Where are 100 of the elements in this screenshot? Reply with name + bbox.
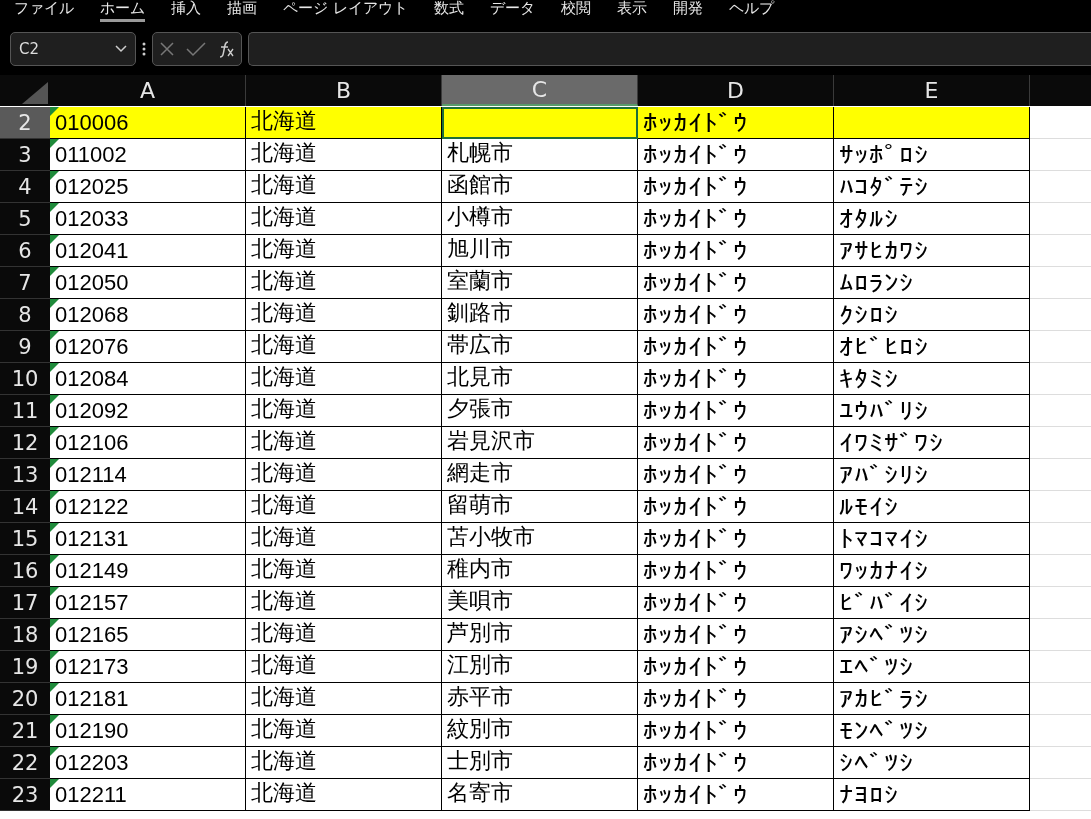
table-cell: 北海道 (246, 587, 442, 619)
row-header[interactable]: 10 (0, 363, 50, 395)
table-cell: ﾎｯｶｲﾄﾞｳ (638, 171, 834, 203)
table-cell: ﾊｺﾀﾞﾃｼ (834, 171, 1030, 203)
table-cell: 北海道 (246, 715, 442, 747)
menu-tab[interactable]: ファイル (14, 0, 74, 22)
table-cell: ｵﾀﾙｼ (834, 203, 1030, 235)
row-header[interactable]: 9 (0, 331, 50, 363)
row-header[interactable]: 6 (0, 235, 50, 267)
table-cell: ｱｻﾋｶﾜｼ (834, 235, 1030, 267)
table-cell: 士別市 (442, 747, 638, 779)
table-cell: 北海道 (246, 747, 442, 779)
menu-tab[interactable]: データ (489, 0, 535, 22)
name-box[interactable]: C2 (10, 32, 136, 66)
table-cell: ﾎｯｶｲﾄﾞｳ (638, 619, 834, 651)
table-cell: 012203 (50, 747, 246, 779)
close-icon[interactable] (158, 41, 175, 57)
table-cell: 札幌市 (442, 139, 638, 171)
row-header[interactable]: 5 (0, 203, 50, 235)
row-header[interactable]: 19 (0, 651, 50, 683)
table-cell: ﾎｯｶｲﾄﾞｳ (638, 203, 834, 235)
menu-tab[interactable]: 開発 (672, 0, 703, 22)
column-header[interactable]: C (442, 75, 638, 106)
column-header[interactable]: A (50, 75, 246, 106)
table-cell: ﾎｯｶｲﾄﾞｳ (638, 747, 834, 779)
function-icon[interactable] (217, 40, 236, 58)
table-cell: 旭川市 (442, 235, 638, 267)
row-header[interactable]: 13 (0, 459, 50, 491)
menu-tab[interactable]: 校閲 (560, 0, 591, 22)
menu-tab[interactable]: 描画 (227, 0, 257, 22)
row-header[interactable]: 16 (0, 555, 50, 587)
row-header[interactable]: 2 (0, 107, 50, 139)
menu-tab[interactable]: 挿入 (171, 0, 201, 22)
table-cell: 北海道 (246, 139, 442, 171)
table-cell: 012149 (50, 555, 246, 587)
table-cell: ﾕｳﾊﾞﾘｼ (834, 395, 1030, 427)
row-header[interactable]: 17 (0, 587, 50, 619)
table-cell: 北海道 (246, 299, 442, 331)
row-header[interactable]: 3 (0, 139, 50, 171)
table-cell: 北海道 (246, 267, 442, 299)
table-cell: 北海道 (246, 331, 442, 363)
row-header[interactable]: 14 (0, 491, 50, 523)
table-cell: ﾎｯｶｲﾄﾞｳ (638, 523, 834, 555)
table-cell: ﾎｯｶｲﾄﾞｳ (638, 683, 834, 715)
table-cell: 北海道 (246, 203, 442, 235)
more-options-icon[interactable] (142, 42, 146, 56)
table-cell: ﾎｯｶｲﾄﾞｳ (638, 491, 834, 523)
menu-tab[interactable]: ページ レイアウト (283, 0, 408, 22)
table-cell: 赤平市 (442, 683, 638, 715)
row-header[interactable]: 22 (0, 747, 50, 779)
table-cell: ﾎｯｶｲﾄﾞｳ (638, 459, 834, 491)
table-cell: ﾎｯｶｲﾄﾞｳ (638, 235, 834, 267)
row-header[interactable]: 15 (0, 523, 50, 555)
check-icon[interactable] (186, 41, 206, 57)
row-header[interactable]: 11 (0, 395, 50, 427)
row-header[interactable]: 21 (0, 715, 50, 747)
row-header[interactable]: 8 (0, 299, 50, 331)
column-header[interactable]: D (638, 75, 834, 106)
menu-tab[interactable]: ヘルプ (728, 0, 774, 22)
select-all-icon[interactable] (22, 82, 48, 104)
table-cell: 012076 (50, 331, 246, 363)
row-header[interactable]: 12 (0, 427, 50, 459)
table-cell: ﾎｯｶｲﾄﾞｳ (638, 267, 834, 299)
table-cell: 函館市 (442, 171, 638, 203)
table-cell: ｲﾜﾐｻﾞﾜｼ (834, 427, 1030, 459)
row-header[interactable]: 20 (0, 683, 50, 715)
table-cell: 012106 (50, 427, 246, 459)
table-cell: ﾎｯｶｲﾄﾞｳ (638, 139, 834, 171)
table-cell: ﾙﾓｲｼ (834, 491, 1030, 523)
table-cell: 010006 (50, 107, 246, 139)
table-cell: 芦別市 (442, 619, 638, 651)
row-header[interactable]: 4 (0, 171, 50, 203)
table-cell: 北海道 (246, 107, 442, 139)
table-cell: 網走市 (442, 459, 638, 491)
menu-tab[interactable]: ホーム (100, 0, 145, 22)
menu-tab[interactable]: 表示 (616, 0, 647, 22)
table-cell: ｼﾍﾞﾂｼ (834, 747, 1030, 779)
menu-tab[interactable]: 数式 (433, 0, 464, 22)
table-cell: ｷﾀﾐｼ (834, 363, 1030, 395)
table-cell: 北海道 (246, 555, 442, 587)
table-cell: 江別市 (442, 651, 638, 683)
table-cell: 012122 (50, 491, 246, 523)
table-cell: ﾅﾖﾛｼ (834, 779, 1030, 811)
formula-field[interactable] (248, 32, 1091, 66)
table-cell: 北見市 (442, 363, 638, 395)
table-cell: 北海道 (246, 395, 442, 427)
row-header[interactable]: 7 (0, 267, 50, 299)
row-header[interactable]: 18 (0, 619, 50, 651)
row-header[interactable]: 23 (0, 779, 50, 811)
table-cell: 北海道 (246, 235, 442, 267)
table-cell: 紋別市 (442, 715, 638, 747)
column-header[interactable]: E (834, 75, 1030, 106)
table-cell: 釧路市 (442, 299, 638, 331)
table-cell: 北海道 (246, 491, 442, 523)
table-cell: 012181 (50, 683, 246, 715)
table-cell: ﾑﾛﾗﾝｼ (834, 267, 1030, 299)
column-header[interactable]: B (246, 75, 442, 106)
table-cell: ﾎｯｶｲﾄﾞｳ (638, 651, 834, 683)
table-cell: 012050 (50, 267, 246, 299)
table-cell: 012114 (50, 459, 246, 491)
